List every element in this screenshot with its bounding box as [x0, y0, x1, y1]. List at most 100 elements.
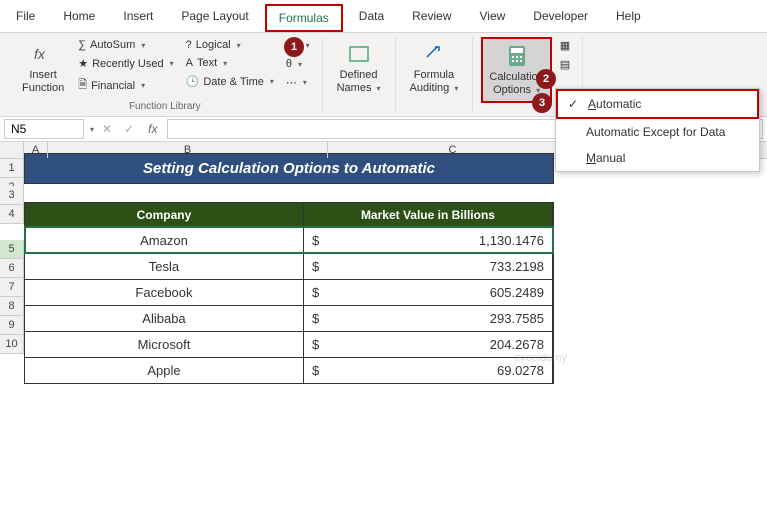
date-time-button[interactable]: 🕒Date & Time▾ — [182, 73, 278, 90]
logical-icon: ? — [186, 39, 192, 51]
tab-review[interactable]: Review — [400, 4, 463, 32]
menu-label: utomatic — [596, 97, 641, 111]
table-row[interactable]: Apple$69.0278 — [25, 357, 553, 383]
watermark: exceldemy — [514, 352, 567, 364]
table-row[interactable]: Microsoft$204.2678 — [25, 331, 553, 357]
group-label: Function Library — [129, 101, 201, 112]
col-header-b[interactable]: B — [48, 142, 328, 158]
math-button[interactable]: θ▾ — [282, 56, 314, 72]
cell-value: $605.2489 — [304, 280, 553, 305]
step-badge-3: 3 — [532, 93, 552, 113]
tab-formulas[interactable]: Formulas — [265, 4, 343, 32]
chevron-down-icon: ▾ — [306, 41, 310, 50]
cell-value: $733.2198 — [304, 254, 553, 279]
calculation-options-menu: 3 Automatic Automatic Except for Data Ma… — [555, 88, 760, 172]
row-header[interactable]: 6 — [0, 259, 24, 278]
cell-company: Alibaba — [25, 306, 304, 331]
chevron-down-icon: ▾ — [298, 60, 302, 69]
chevron-down-icon: ▾ — [237, 41, 241, 50]
financial-icon: 🗎 — [78, 76, 87, 95]
row-header[interactable]: 1 — [0, 159, 24, 178]
text-icon: A — [186, 57, 193, 69]
row-header[interactable]: 10 — [0, 335, 24, 354]
insert-function-button[interactable]: fx Insert Function — [16, 37, 70, 99]
tab-view[interactable]: View — [468, 4, 518, 32]
financial-button[interactable]: 🗎Financial▾ — [74, 74, 177, 97]
chevron-down-icon: ▾ — [454, 84, 458, 93]
menu-label: anual — [596, 151, 625, 165]
recently-used-button[interactable]: ★Recently Used▾ — [74, 55, 177, 72]
cell-value: $1,130.1476 — [304, 228, 553, 253]
table-row[interactable]: Alibaba$293.7585 — [25, 305, 553, 331]
svg-text:fx: fx — [34, 46, 46, 62]
calc-now-button[interactable]: ▦ — [556, 37, 574, 54]
tab-insert[interactable]: Insert — [111, 4, 165, 32]
logical-button[interactable]: ?Logical▾ — [182, 37, 278, 53]
chevron-down-icon[interactable]: ▾ — [90, 125, 94, 134]
star-icon: ★ — [78, 57, 88, 70]
chevron-down-icon: ▾ — [270, 77, 274, 86]
table-row[interactable]: Amazon$1,130.1476 — [25, 227, 553, 253]
group-formula-auditing: Formula Auditing ▾ — [396, 37, 474, 112]
table-row[interactable]: Tesla$733.2198 — [25, 253, 553, 279]
fx-icon: fx — [29, 41, 57, 67]
more-functions-button[interactable]: ⋯▾ — [282, 74, 314, 91]
cell-value: $293.7585 — [304, 306, 553, 331]
confirm-icon[interactable]: ✓ — [120, 122, 138, 136]
cell-company: Facebook — [25, 280, 304, 305]
cancel-icon[interactable]: ✕ — [98, 122, 116, 136]
calc-sheet-icon: ▤ — [560, 58, 570, 71]
chevron-down-icon: ▾ — [303, 78, 307, 87]
calculator-icon — [503, 43, 531, 69]
row-header[interactable]: 4 — [0, 205, 24, 224]
chevron-down-icon: ▾ — [170, 59, 174, 68]
chevron-down-icon: ▾ — [141, 41, 145, 50]
tab-page-layout[interactable]: Page Layout — [169, 4, 260, 32]
cell-company: Apple — [25, 358, 304, 383]
table-header-company: Company — [25, 203, 304, 227]
calc-sheet-button[interactable]: ▤ — [556, 56, 574, 73]
select-all-corner[interactable] — [0, 142, 24, 158]
row-header[interactable]: 9 — [0, 316, 24, 335]
fx-icon[interactable]: fx — [142, 122, 163, 136]
group-defined-names: Defined Names ▾ — [323, 37, 396, 112]
worksheet: A B C 1 2 Setting Calculation Options to… — [0, 142, 767, 384]
table-row[interactable]: Facebook$605.2489 — [25, 279, 553, 305]
table-header-market: Market Value in Billions — [304, 203, 553, 227]
cell-company: Tesla — [25, 254, 304, 279]
row-header[interactable]: 8 — [0, 297, 24, 316]
step-badge-2: 2 — [536, 69, 556, 89]
group-function-library: fx Insert Function ∑AutoSum▾ ★Recently U… — [8, 37, 323, 112]
chevron-down-icon: ▾ — [141, 81, 145, 90]
col-header-c[interactable]: C — [328, 142, 578, 158]
menu-automatic[interactable]: Automatic — [556, 89, 759, 119]
auditing-icon — [420, 41, 448, 67]
menu-automatic-except[interactable]: Automatic Except for Data — [556, 119, 759, 145]
cell-company: Microsoft — [25, 332, 304, 357]
cell-company: Amazon — [25, 228, 304, 253]
more-icon: ⋯ — [286, 76, 297, 89]
row-header[interactable]: 3 — [0, 186, 24, 205]
tab-data[interactable]: Data — [347, 4, 396, 32]
tab-home[interactable]: Home — [51, 4, 107, 32]
text-button[interactable]: AText▾ — [182, 55, 278, 71]
row-header[interactable]: 5 — [0, 240, 24, 259]
tab-developer[interactable]: Developer — [521, 4, 600, 32]
calc-now-icon: ▦ — [560, 39, 570, 52]
row-header[interactable]: 7 — [0, 278, 24, 297]
clock-icon: 🕒 — [186, 75, 200, 88]
formula-auditing-button[interactable]: Formula Auditing ▾ — [404, 37, 465, 99]
autosum-button[interactable]: ∑AutoSum▾ — [74, 37, 177, 53]
col-header-a[interactable]: A — [24, 142, 48, 158]
chevron-down-icon: ▾ — [377, 84, 381, 93]
tab-help[interactable]: Help — [604, 4, 653, 32]
tab-file[interactable]: File — [4, 4, 47, 32]
data-table: Company Market Value in Billions Amazon$… — [24, 202, 554, 384]
step-badge-1: 1 — [284, 37, 304, 57]
menu-manual[interactable]: Manual — [556, 145, 759, 171]
theta-icon: θ — [286, 58, 292, 70]
ribbon-tabs: File Home Insert Page Layout Formulas Da… — [0, 0, 767, 33]
chevron-down-icon: ▾ — [223, 59, 227, 68]
name-box[interactable] — [4, 119, 84, 139]
defined-names-button[interactable]: Defined Names ▾ — [331, 37, 387, 99]
